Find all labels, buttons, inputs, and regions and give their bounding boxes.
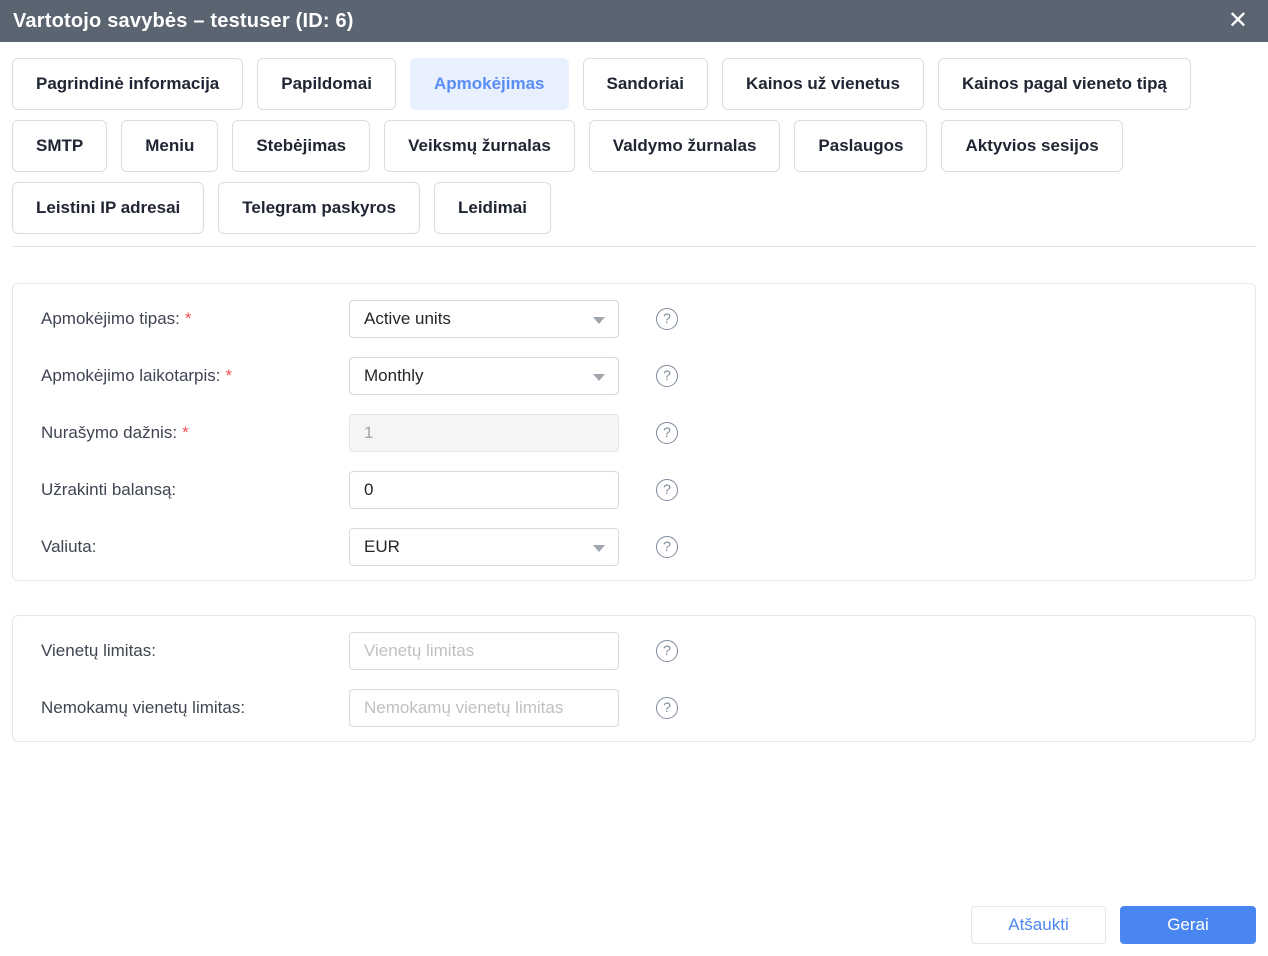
tab-pagrindine-informacija[interactable]: Pagrindinė informacija <box>12 58 244 110</box>
help-icon[interactable]: ? <box>656 365 678 387</box>
field-valiuta: Valiuta: EUR ? <box>29 528 1239 566</box>
tab-smtp[interactable]: SMTP <box>12 120 108 172</box>
help-icon[interactable]: ? <box>656 479 678 501</box>
help-icon[interactable]: ? <box>656 697 678 719</box>
field-label: Valiuta: <box>41 537 97 556</box>
field-label: Nurašymo dažnis: <box>41 423 178 442</box>
tabs-divider <box>12 246 1256 247</box>
required-marker: * <box>184 309 192 328</box>
payment-settings-panel: Apmokėjimo tipas: * Active units ? Apmokė… <box>12 283 1256 581</box>
tab-veiksmu-zurnalas[interactable]: Veiksmų žurnalas <box>384 120 575 172</box>
unit-limits-panel: Vienetų limitas: ? Nemokamų vienetų limi… <box>12 615 1256 742</box>
field-label: Apmokėjimo tipas: <box>41 309 180 328</box>
help-icon[interactable]: ? <box>656 536 678 558</box>
tab-aktyvios-sesijos[interactable]: Aktyvios sesijos <box>941 120 1123 172</box>
modal-header: Vartotojo savybės – testuser (ID: 6) ✕ <box>0 0 1268 42</box>
writeoff-frequency-input <box>349 414 619 452</box>
field-nurasymo-daznis: Nurašymo dažnis:* ? <box>29 414 1239 452</box>
tab-apmokejimas[interactable]: Apmokėjimas <box>409 58 569 110</box>
tab-papildomai[interactable]: Papildomai <box>257 58 396 110</box>
tab-telegram-paskyros[interactable]: Telegram paskyros <box>218 182 420 234</box>
tab-leistini-ip-adresai[interactable]: Leistini IP adresai <box>12 182 205 234</box>
dialog-footer: Atšaukti Gerai <box>971 906 1256 944</box>
tab-sandoriai[interactable]: Sandoriai <box>582 58 708 110</box>
tab-leidimai[interactable]: Leidimai <box>433 182 551 234</box>
field-label: Apmokėjimo laikotarpis: <box>41 366 221 385</box>
tab-kainos-pagal-vieneto-tipa[interactable]: Kainos pagal vieneto tipą <box>937 58 1191 110</box>
field-vienetu-limitas: Vienetų limitas: ? <box>29 632 1239 670</box>
field-apmokejimo-tipas: Apmokėjimo tipas: * Active units ? <box>29 300 1239 338</box>
ok-button[interactable]: Gerai <box>1120 906 1256 944</box>
lock-balance-input[interactable] <box>349 471 619 509</box>
required-marker: * <box>225 366 233 385</box>
units-limit-input[interactable] <box>349 632 619 670</box>
modal-title: Vartotojo savybės – testuser (ID: 6) <box>13 9 354 32</box>
close-icon[interactable]: ✕ <box>1224 7 1252 35</box>
required-marker: * <box>182 423 189 442</box>
cancel-button[interactable]: Atšaukti <box>971 906 1106 944</box>
help-icon[interactable]: ? <box>656 640 678 662</box>
payment-type-select[interactable]: Active units <box>349 300 619 338</box>
tab-stebejimas[interactable]: Stebėjimas <box>232 120 371 172</box>
field-uzrakinti-balansa: Užrakinti balansą: ? <box>29 471 1239 509</box>
tab-meniu[interactable]: Meniu <box>121 120 219 172</box>
field-nemokamu-vienetu-limitas: Nemokamų vienetų limitas: ? <box>29 689 1239 727</box>
field-label: Nemokamų vienetų limitas: <box>41 698 246 717</box>
field-apmokejimo-laikotarpis: Apmokėjimo laikotarpis: * Monthly ? <box>29 357 1239 395</box>
help-icon[interactable]: ? <box>656 422 678 444</box>
tab-bar: Pagrindinė informacija Papildomai Apmokė… <box>0 42 1268 234</box>
payment-period-select[interactable]: Monthly <box>349 357 619 395</box>
tab-kainos-uz-vienetus[interactable]: Kainos už vienetus <box>721 58 924 110</box>
tab-valdymo-zurnalas[interactable]: Valdymo žurnalas <box>588 120 781 172</box>
field-label: Užrakinti balansą: <box>41 480 177 499</box>
help-icon[interactable]: ? <box>656 308 678 330</box>
field-label: Vienetų limitas: <box>41 641 156 660</box>
free-units-limit-input[interactable] <box>349 689 619 727</box>
currency-select[interactable]: EUR <box>349 528 619 566</box>
tab-paslaugos[interactable]: Paslaugos <box>794 120 928 172</box>
